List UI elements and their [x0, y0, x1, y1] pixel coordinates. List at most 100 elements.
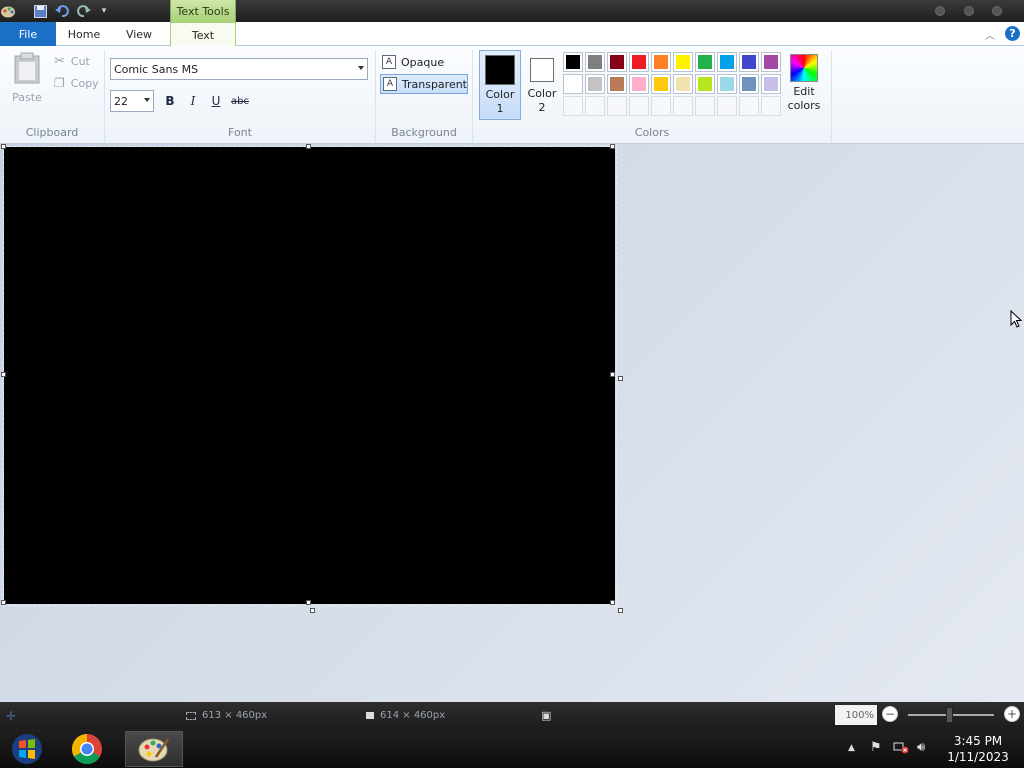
- show-hidden-icons-icon[interactable]: ▲: [848, 743, 855, 753]
- palette-custom-slot[interactable]: [651, 96, 671, 116]
- chrome-icon: [71, 734, 102, 765]
- resize-handle[interactable]: [1, 144, 6, 149]
- resize-handle[interactable]: [1, 600, 6, 605]
- color1-button[interactable]: Color 1: [479, 50, 521, 120]
- start-button[interactable]: [0, 731, 54, 767]
- resize-handle[interactable]: [1, 372, 6, 377]
- palette-color-fill: [654, 77, 668, 91]
- underline-button[interactable]: U: [206, 92, 226, 110]
- tab-file[interactable]: File: [0, 22, 56, 46]
- redo-icon[interactable]: [76, 3, 92, 19]
- palette-color-swatch[interactable]: [651, 74, 671, 94]
- copy-button[interactable]: ❐ Copy: [54, 76, 99, 90]
- palette-color-swatch[interactable]: [717, 52, 737, 72]
- palette-custom-slot[interactable]: [585, 96, 605, 116]
- palette-custom-slot[interactable]: [761, 96, 781, 116]
- cursor-position-icon: ✛: [6, 708, 17, 723]
- palette-custom-slot[interactable]: [717, 96, 737, 116]
- chrome-taskbar-button[interactable]: [58, 731, 116, 767]
- paint-icon: [138, 738, 170, 762]
- palette-color-swatch[interactable]: [717, 74, 737, 94]
- transparent-label: Transparent: [401, 77, 467, 91]
- selection-icon: [186, 711, 196, 720]
- resize-handle[interactable]: [610, 600, 615, 605]
- color2-button[interactable]: Color 2: [522, 50, 562, 120]
- minimize-ribbon-icon[interactable]: ︿: [985, 27, 995, 42]
- italic-button[interactable]: I: [183, 92, 203, 110]
- customize-quick-access-icon[interactable]: ▾: [98, 3, 110, 19]
- paint-app-icon[interactable]: [0, 3, 16, 19]
- palette-color-fill: [676, 77, 690, 91]
- resize-handle[interactable]: [306, 144, 311, 149]
- palette-custom-slot[interactable]: [563, 96, 583, 116]
- palette-color-fill: [720, 77, 734, 91]
- minimize-button[interactable]: [935, 6, 945, 16]
- palette-color-swatch[interactable]: [761, 52, 781, 72]
- tab-home[interactable]: Home: [58, 22, 110, 46]
- resize-handle[interactable]: [610, 144, 615, 149]
- palette-color-fill: [610, 77, 624, 91]
- palette-color-swatch[interactable]: [673, 52, 693, 72]
- clipboard-icon: [14, 52, 40, 84]
- font-size-dropdown[interactable]: 22: [110, 90, 154, 112]
- palette-color-swatch[interactable]: [629, 52, 649, 72]
- maximize-button[interactable]: [964, 6, 974, 16]
- cut-button[interactable]: ✂ Cut: [54, 54, 90, 69]
- palette-custom-slot[interactable]: [739, 96, 759, 116]
- palette-custom-slot[interactable]: [607, 96, 627, 116]
- resize-handle[interactable]: [610, 372, 615, 377]
- palette-color-swatch[interactable]: [629, 74, 649, 94]
- palette-color-swatch[interactable]: [651, 52, 671, 72]
- transparent-option[interactable]: A Transparent: [380, 74, 468, 94]
- palette-color-swatch[interactable]: [673, 74, 693, 94]
- edit-colors-label-2: colors: [787, 99, 821, 112]
- font-family-dropdown[interactable]: Comic Sans MS: [110, 58, 368, 80]
- close-button[interactable]: [992, 6, 1002, 16]
- paste-label: Paste: [12, 91, 42, 104]
- palette-custom-slot[interactable]: [695, 96, 715, 116]
- palette-color-swatch[interactable]: [563, 52, 583, 72]
- paint-taskbar-button[interactable]: [125, 731, 183, 767]
- color1-number: 1: [496, 102, 504, 115]
- palette-color-swatch[interactable]: [761, 74, 781, 94]
- undo-icon[interactable]: [54, 3, 70, 19]
- zoom-out-button[interactable]: −: [882, 706, 898, 722]
- action-center-flag-icon[interactable]: ⚑: [870, 740, 882, 755]
- canvas-resize-handle[interactable]: [618, 376, 623, 381]
- palette-color-swatch[interactable]: [695, 52, 715, 72]
- zoom-slider-thumb[interactable]: [946, 707, 953, 723]
- palette-color-swatch[interactable]: [739, 74, 759, 94]
- font-family-value: Comic Sans MS: [114, 62, 199, 76]
- zoom-in-button[interactable]: +: [1004, 706, 1020, 722]
- zoom-level[interactable]: 100%: [835, 705, 877, 725]
- paste-button[interactable]: Paste: [8, 52, 46, 104]
- canvas-resize-handle[interactable]: [310, 608, 315, 613]
- palette-color-fill: [698, 77, 712, 91]
- palette-color-swatch[interactable]: [563, 74, 583, 94]
- palette-color-swatch[interactable]: [607, 74, 627, 94]
- palette-color-swatch[interactable]: [739, 52, 759, 72]
- volume-icon[interactable]: 🔊︎: [917, 740, 925, 755]
- canvas-resize-handle[interactable]: [618, 608, 623, 613]
- opaque-option[interactable]: A Opaque: [380, 52, 468, 72]
- resize-handle[interactable]: [306, 600, 311, 605]
- palette-color-swatch[interactable]: [607, 52, 627, 72]
- help-icon[interactable]: ?: [1005, 26, 1020, 41]
- tab-view[interactable]: View: [112, 22, 166, 46]
- bold-button[interactable]: B: [160, 92, 180, 110]
- palette-custom-slot[interactable]: [629, 96, 649, 116]
- edit-colors-button[interactable]: Edit colors: [786, 50, 822, 113]
- taskbar-clock[interactable]: 3:45 PM 1/11/2023: [946, 733, 1010, 765]
- palette-color-fill: [610, 55, 624, 69]
- palette-color-swatch[interactable]: [585, 52, 605, 72]
- strikethrough-button[interactable]: abc: [228, 92, 252, 110]
- palette-color-swatch[interactable]: [695, 74, 715, 94]
- selection-rectangle[interactable]: [3, 146, 617, 606]
- cut-label: Cut: [70, 55, 90, 68]
- palette-color-swatch[interactable]: [585, 74, 605, 94]
- network-icon[interactable]: [893, 740, 909, 758]
- save-icon[interactable]: [32, 3, 48, 19]
- disk-icon: ▣: [541, 709, 552, 722]
- palette-custom-slot[interactable]: [673, 96, 693, 116]
- tab-text[interactable]: Text: [170, 22, 236, 47]
